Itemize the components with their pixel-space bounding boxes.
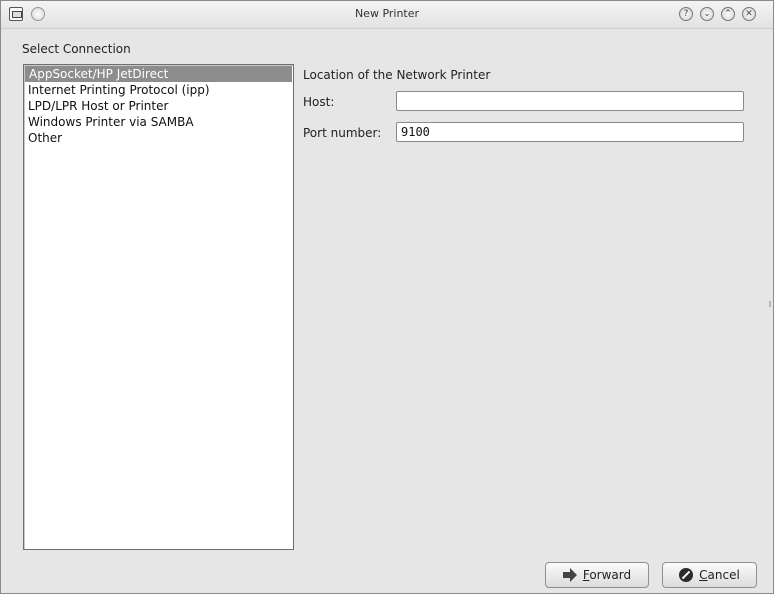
- new-printer-window: New Printer ? ⌄ ⌃ ✕ Select Connection Ap…: [0, 0, 774, 594]
- help-icon[interactable]: ?: [679, 7, 693, 21]
- connection-item-samba[interactable]: Windows Printer via SAMBA: [24, 114, 293, 130]
- connection-item-ipp[interactable]: Internet Printing Protocol (ipp): [24, 82, 293, 98]
- resize-grip[interactable]: [769, 301, 771, 307]
- port-number-label: Port number:: [303, 126, 382, 140]
- forward-button[interactable]: Forward: [545, 562, 649, 588]
- connection-item-appsocket[interactable]: AppSocket/HP JetDirect: [25, 66, 292, 82]
- forward-button-label: Forward: [582, 568, 632, 582]
- cancel-icon: [679, 568, 694, 582]
- forward-arrow-icon: [562, 568, 577, 582]
- close-icon[interactable]: ✕: [742, 7, 756, 21]
- port-number-input[interactable]: [396, 122, 744, 142]
- maximize-icon[interactable]: ⌃: [721, 7, 735, 21]
- connection-list[interactable]: AppSocket/HP JetDirect Internet Printing…: [23, 64, 294, 550]
- connection-item-lpd[interactable]: LPD/LPR Host or Printer: [24, 98, 293, 114]
- connection-item-other[interactable]: Other: [24, 130, 293, 146]
- cancel-button[interactable]: Cancel: [662, 562, 757, 588]
- select-connection-heading: Select Connection: [22, 42, 131, 56]
- cancel-button-label: Cancel: [699, 568, 740, 582]
- minimize-icon[interactable]: ⌄: [700, 7, 714, 21]
- network-printer-location-heading: Location of the Network Printer: [303, 68, 491, 82]
- window-title: New Printer: [354, 7, 420, 20]
- title-bar[interactable]: New Printer ? ⌄ ⌃ ✕: [1, 1, 773, 29]
- host-label: Host:: [303, 95, 335, 109]
- host-input[interactable]: [396, 91, 744, 111]
